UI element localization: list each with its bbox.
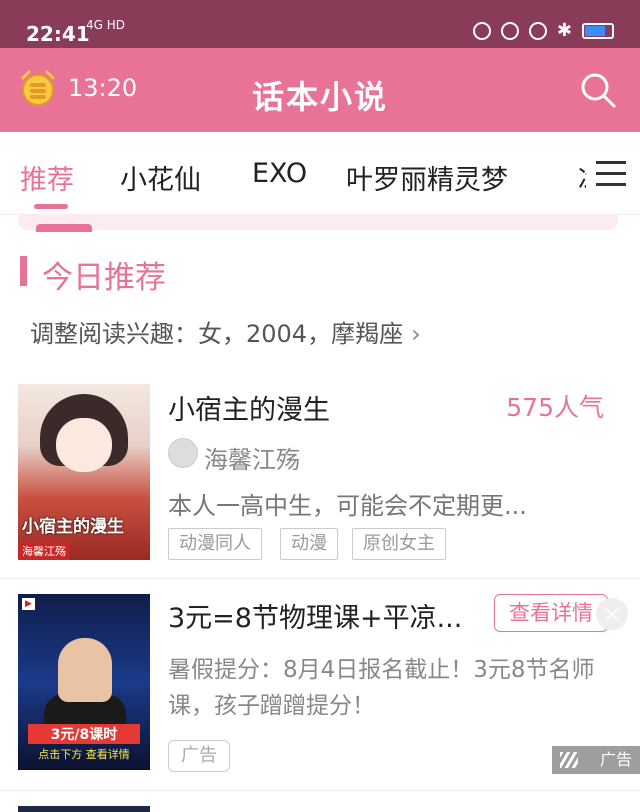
- banner-remnant[interactable]: [18, 214, 618, 230]
- app-header: 13:20 话本小说: [0, 48, 640, 132]
- battery-icon: [582, 22, 614, 39]
- category-tabs: 推荐 小花仙 EXO 叶罗丽精灵梦 冰: [0, 132, 640, 215]
- preferences-text: 调整阅读兴趣：女，2004，摩羯座: [30, 320, 404, 348]
- book-tag[interactable]: 动漫同人: [168, 528, 262, 560]
- cover-author: 海馨江殇: [18, 542, 70, 560]
- vpn-icon: [472, 21, 491, 40]
- book-tag[interactable]: 动漫: [280, 528, 338, 560]
- book-description: 本人一高中生，可能会不定期更...: [168, 492, 527, 520]
- divider: [0, 790, 640, 791]
- search-icon[interactable]: [578, 70, 618, 110]
- ad-description: 暑假提分：8月4日报名截止！3元8节名师课，孩子蹭蹭提分！: [168, 657, 595, 719]
- alarm-status-icon: [528, 21, 547, 40]
- section-title: 今日推荐: [42, 260, 166, 296]
- book-cover[interactable]: 小宿主的漫生 海馨江殇: [18, 384, 150, 560]
- section-accent-bar: [20, 256, 27, 286]
- author-avatar: [168, 438, 198, 468]
- ad-image[interactable]: ▶ 3元/8课时 点击下方 查看详情: [18, 594, 150, 770]
- cover-title: 小宿主的漫生: [22, 517, 124, 537]
- ad-tag: 广告: [168, 740, 230, 772]
- status-time: 22:41: [26, 22, 90, 46]
- location-icon: [500, 21, 519, 40]
- next-item-cover[interactable]: [18, 806, 150, 812]
- book-title[interactable]: 小宿主的漫生: [168, 388, 330, 427]
- reading-preferences-link[interactable]: 调整阅读兴趣：女，2004，摩羯座 ›: [30, 314, 421, 349]
- tab-exo[interactable]: EXO: [252, 158, 307, 189]
- tab-yeluoli[interactable]: 叶罗丽精灵梦: [346, 158, 508, 197]
- close-icon[interactable]: ×: [596, 598, 628, 630]
- ad-cover-cta: 点击下方 查看详情: [38, 748, 130, 761]
- book-tag[interactable]: 原创女主: [352, 528, 446, 560]
- tab-recommend[interactable]: 推荐: [20, 158, 74, 197]
- ad-cover-price: 3元/8课时: [28, 724, 140, 744]
- menu-icon[interactable]: [586, 132, 640, 214]
- tab-indicator: [34, 204, 68, 209]
- ad-title[interactable]: 3元=8节物理课+平凉...: [168, 596, 462, 635]
- book-author[interactable]: 海馨江殇: [204, 440, 300, 475]
- ad-label-text: 广告: [599, 750, 632, 769]
- chevron-right-icon: ›: [411, 320, 421, 348]
- app-title: 话本小说: [251, 78, 388, 116]
- ad-label: 广告: [552, 746, 640, 774]
- bluetooth-icon: ✱: [556, 20, 572, 41]
- banner-indicator: [36, 224, 92, 232]
- ad-logo: ▶: [22, 598, 35, 610]
- status-bar: 22:41 4G HD ✱: [0, 0, 640, 48]
- view-details-button[interactable]: 查看详情: [494, 594, 608, 632]
- popularity-count: 575人气: [506, 393, 604, 422]
- network-indicator: 4G HD: [86, 18, 126, 32]
- tab-xiaohuaxian[interactable]: 小花仙: [120, 158, 201, 197]
- status-icons: ✱: [472, 20, 614, 41]
- divider: [0, 578, 640, 579]
